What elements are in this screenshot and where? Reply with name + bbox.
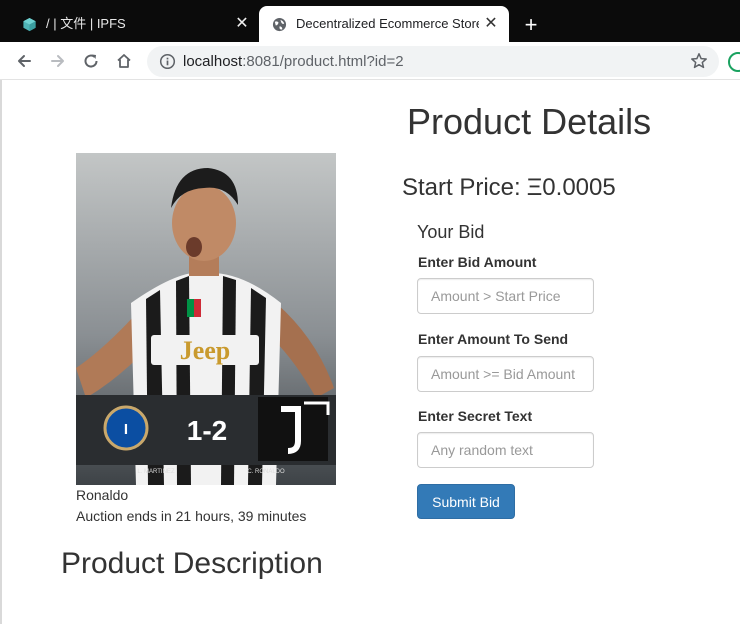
amount-to-send-label: Enter Amount To Send — [418, 331, 569, 347]
your-bid-heading: Your Bid — [417, 222, 485, 242]
url-text[interactable]: localhost:8081/product.html?id=2 — [183, 46, 404, 77]
url-host: localhost — [183, 53, 243, 70]
product-details-heading: Product Details — [407, 101, 652, 142]
submit-bid-button[interactable]: Submit Bid — [417, 484, 515, 519]
home-icon — [117, 54, 131, 68]
secret-text-label: Enter Secret Text — [418, 408, 533, 424]
scorer-left: L. MARTINEZ — [137, 469, 175, 475]
url-path: :8081/product.html?id=2 — [242, 53, 404, 70]
product-image: Jeep I 1-2 L. MARTINEZ C. RONALDO — [76, 153, 336, 485]
bid-amount-label: Enter Bid Amount — [418, 254, 537, 270]
tab-ipfs[interactable]: / | 文件 | IPFS ✕ — [0, 6, 258, 42]
browser-toolbar: localhost:8081/product.html?id=2 — [0, 42, 740, 80]
close-tab-icon[interactable]: ✕ — [483, 16, 499, 32]
forward-button[interactable] — [46, 49, 70, 73]
page-content: Jeep I 1-2 L. MARTINEZ C. RONALDO Ronald… — [0, 80, 740, 624]
address-bar[interactable]: localhost:8081/product.html?id=2 — [147, 46, 719, 77]
ipfs-cube-icon — [23, 17, 36, 32]
tab-title: / | 文件 | IPFS — [46, 16, 126, 31]
info-icon[interactable] — [159, 53, 176, 70]
product-description-heading: Product Description — [61, 547, 323, 580]
star-icon[interactable] — [690, 52, 708, 70]
auction-countdown: Auction ends in 21 hours, 39 minutes — [76, 508, 307, 524]
bid-amount-input[interactable] — [417, 278, 594, 314]
amount-to-send-input[interactable] — [417, 356, 594, 392]
start-price: Start Price: Ξ0.0005 — [402, 173, 616, 203]
product-name: Ronaldo — [76, 487, 129, 503]
back-button[interactable] — [12, 49, 36, 73]
tab-ecommerce-store[interactable]: Decentralized Ecommerce Store ✕ — [259, 6, 509, 42]
score-text: 1-2 — [187, 415, 227, 446]
reload-icon — [84, 54, 98, 68]
product-photo: Jeep I 1-2 L. MARTINEZ C. RONALDO — [76, 153, 336, 485]
browser-tab-strip: / | 文件 | IPFS ✕ Decentralized Ecommerce … — [0, 0, 740, 42]
close-tab-icon[interactable]: ✕ — [234, 16, 250, 32]
sponsor-text: Jeep — [180, 336, 231, 365]
home-button[interactable] — [112, 49, 136, 73]
tab-title: Decentralized Ecommerce Store — [296, 16, 479, 31]
reload-button[interactable] — [79, 49, 103, 73]
scorer-right: C. RONALDO — [247, 469, 285, 475]
svg-text:I: I — [124, 421, 128, 438]
forward-arrow-icon — [51, 55, 64, 67]
new-tab-button[interactable]: + — [520, 14, 542, 36]
back-arrow-icon — [18, 55, 31, 67]
start-price-value: Ξ0.0005 — [526, 174, 616, 201]
globe-icon — [272, 17, 287, 32]
start-price-label: Start Price: — [402, 174, 521, 201]
extension-icon[interactable] — [728, 52, 740, 72]
secret-text-input[interactable] — [417, 432, 594, 468]
